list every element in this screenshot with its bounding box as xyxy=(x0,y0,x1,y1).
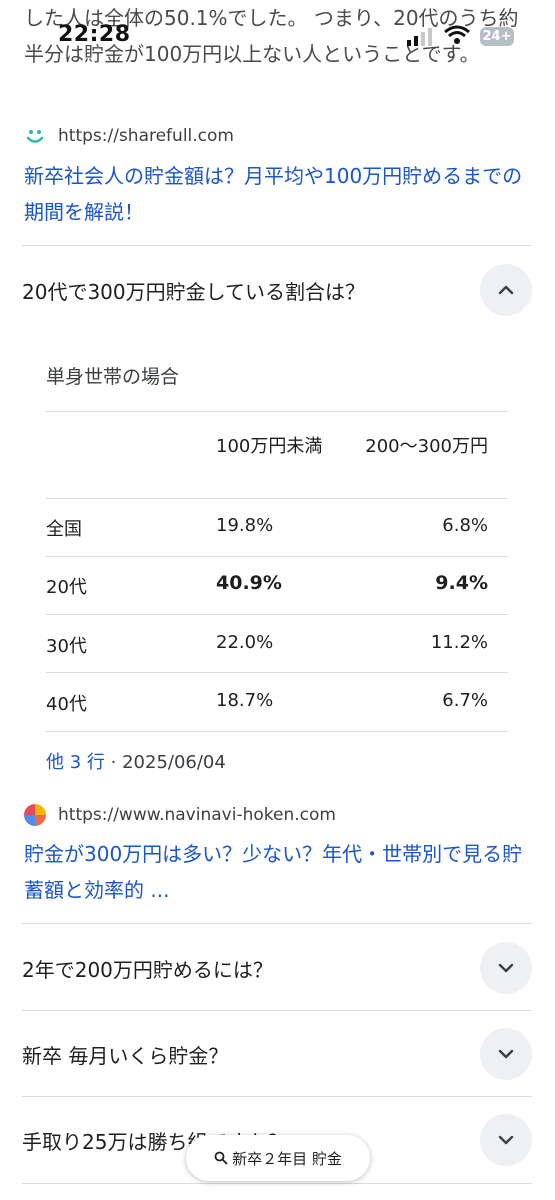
table-divider xyxy=(46,672,508,673)
result-url: https://www.navinavi-hoken.com xyxy=(58,805,336,825)
expand-button[interactable] xyxy=(480,1114,532,1166)
table-row-label: 40代 xyxy=(46,694,87,715)
table-cell: 11.2% xyxy=(430,632,488,653)
divider xyxy=(22,1096,532,1097)
search-icon xyxy=(214,1151,228,1165)
table-divider xyxy=(46,731,508,732)
navinavi-logo-icon xyxy=(24,804,46,826)
table-header-2-3m: 200～300万円 xyxy=(365,436,488,457)
table-heading: 単身世帯の場合 xyxy=(46,366,180,388)
divider xyxy=(22,1183,532,1184)
table-divider xyxy=(46,556,508,557)
table-divider xyxy=(46,498,508,499)
result-url: https://sharefull.com xyxy=(58,126,234,146)
expand-button[interactable] xyxy=(480,942,532,994)
table-cell-highlight: 40.9% xyxy=(216,572,282,594)
divider xyxy=(22,245,532,246)
chevron-down-icon xyxy=(498,1049,514,1059)
chevron-up-icon xyxy=(498,285,514,295)
table-row-label: 全国 xyxy=(46,519,82,540)
faq-question-text: 新卒 毎月いくら貯金？ xyxy=(22,1043,229,1068)
floating-search-pill[interactable]: 新卒２年目 貯金 xyxy=(186,1135,370,1181)
status-time: 22:28 xyxy=(58,22,131,47)
table-divider xyxy=(46,614,508,615)
table-row-label: 30代 xyxy=(46,636,87,657)
table-divider xyxy=(46,411,508,412)
divider xyxy=(22,923,532,924)
expand-button[interactable] xyxy=(480,1028,532,1080)
result-title-link[interactable]: 貯金が300万円は多い？少ない？年代・世帯別で見る貯蓄額と効率的 ... xyxy=(24,836,534,908)
more-rows-label[interactable]: 他 3 行 xyxy=(46,752,105,773)
separator-dot: · xyxy=(110,752,123,773)
result-source-sharefull[interactable]: https://sharefull.com xyxy=(24,125,234,147)
result-source-navinavi[interactable]: https://www.navinavi-hoken.com xyxy=(24,804,336,826)
search-query: 新卒２年目 貯金 xyxy=(232,1149,342,1168)
table-cell-highlight: 9.4% xyxy=(435,572,488,594)
faq-question-collapsed[interactable]: 新卒 毎月いくら貯金？ xyxy=(22,1028,532,1080)
faq-question-open[interactable]: 20代で300万円貯金している割合は？ xyxy=(22,264,532,316)
table-cell: 6.8% xyxy=(442,515,488,536)
table-cell: 6.7% xyxy=(442,690,488,711)
divider xyxy=(22,1010,532,1011)
table-cell: 22.0% xyxy=(216,632,274,653)
more-rows-link[interactable]: 他 3 行 · 2025/06/04 xyxy=(46,748,226,774)
table-cell: 19.8% xyxy=(216,515,274,536)
faq-question-text: 20代で300万円貯金している割合は？ xyxy=(22,279,366,304)
signal-icon xyxy=(407,28,433,50)
snippet-date: 2025/06/04 xyxy=(122,752,226,773)
smile-logo-icon xyxy=(24,125,46,147)
chevron-down-icon xyxy=(498,1135,514,1145)
table-header-under-1m: 100万円未満 xyxy=(216,436,323,457)
collapse-button[interactable] xyxy=(480,264,532,316)
result-title-link[interactable]: 新卒社会人の貯金額は？月平均や100万円貯めるまでの期間を解説！ xyxy=(24,158,534,230)
faq-question-collapsed[interactable]: 2年で200万円貯めるには？ xyxy=(22,942,532,994)
table-row-label: 20代 xyxy=(46,577,87,598)
table-cell: 18.7% xyxy=(216,690,274,711)
faq-question-text: 2年で200万円貯めるには？ xyxy=(22,957,273,982)
chevron-down-icon xyxy=(498,963,514,973)
wifi-icon xyxy=(444,25,470,49)
battery-indicator: 24+ xyxy=(480,27,514,46)
